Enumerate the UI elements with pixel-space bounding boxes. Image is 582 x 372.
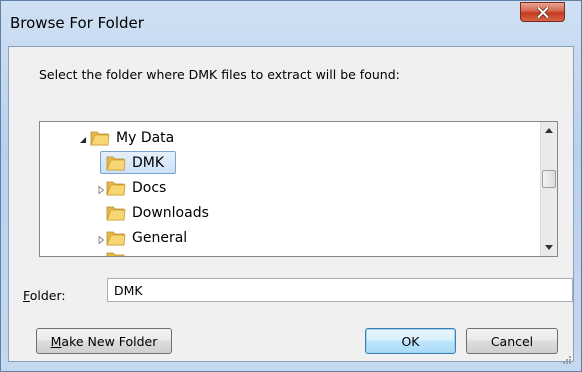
collapsed-arrow-icon[interactable] (96, 183, 106, 195)
expanded-arrow-icon[interactable] (78, 133, 88, 143)
instruction-text: Select the folder where DMK files to ext… (39, 67, 400, 82)
folder-input[interactable] (107, 278, 573, 302)
resize-grip-icon[interactable] (561, 349, 571, 364)
tree-item-label: Downloads (132, 204, 209, 221)
folder-label: Folder: (23, 288, 66, 303)
folder-icon (106, 229, 126, 247)
cancel-button[interactable]: Cancel (466, 328, 558, 354)
tree-item-downloads[interactable]: Downloads (106, 200, 209, 225)
dialog-body: Select the folder where DMK files to ext… (8, 46, 574, 364)
window-title: Browse For Folder (10, 14, 144, 32)
tree-item-label: Docs (132, 179, 167, 196)
folder-icon (106, 154, 126, 172)
tree-item-docs[interactable]: Docs (96, 175, 166, 200)
tree-item-label: General (132, 229, 188, 246)
scroll-down-arrow-icon[interactable] (541, 239, 557, 256)
folder-icon (106, 179, 126, 197)
tree-item-my-data[interactable]: My Data (78, 125, 174, 150)
tree-item-dmk[interactable]: DMK (100, 150, 176, 175)
tree-item-label: My Data (116, 129, 175, 146)
close-button[interactable] (520, 2, 565, 22)
tree-item-general[interactable]: General (96, 225, 187, 250)
folder-icon (106, 204, 126, 222)
close-icon (536, 6, 549, 18)
tree-scrollbar[interactable] (540, 122, 557, 256)
title-bar[interactable]: Browse For Folder (1, 1, 581, 45)
folder-icon (106, 250, 126, 256)
ok-button[interactable]: OK (365, 328, 456, 354)
make-new-folder-button[interactable]: Make New Folder (36, 328, 172, 354)
collapsed-arrow-icon[interactable] (96, 233, 106, 245)
folder-icon (90, 129, 110, 147)
browse-for-folder-dialog: Browse For Folder Select the folder wher… (0, 0, 582, 372)
tree-item-label: DMK (132, 154, 165, 171)
scroll-thumb[interactable] (542, 170, 556, 188)
folder-tree[interactable]: My Data DMK Docs Downloads General (39, 121, 558, 257)
scroll-up-arrow-icon[interactable] (541, 122, 557, 139)
